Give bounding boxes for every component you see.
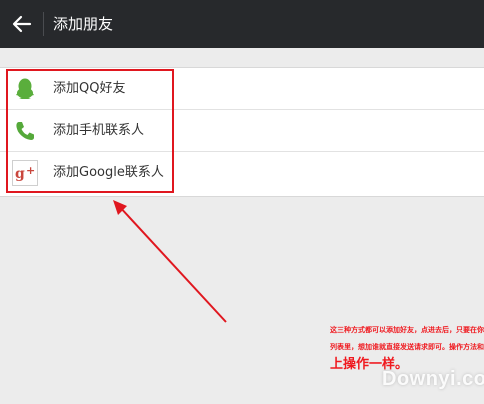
annotation-line: 这三种方式都可以添加好友，点进去后，只要在你的好友 — [330, 326, 484, 334]
watermark: Downyi.com — [382, 368, 484, 390]
annotation-text: 列表里，想加谁就直接发送请求即可。操作方法和在手机 — [330, 339, 484, 356]
annotation-line: 列表里，想加谁就直接发送请求即可。操作方法和在手机 — [330, 343, 484, 351]
